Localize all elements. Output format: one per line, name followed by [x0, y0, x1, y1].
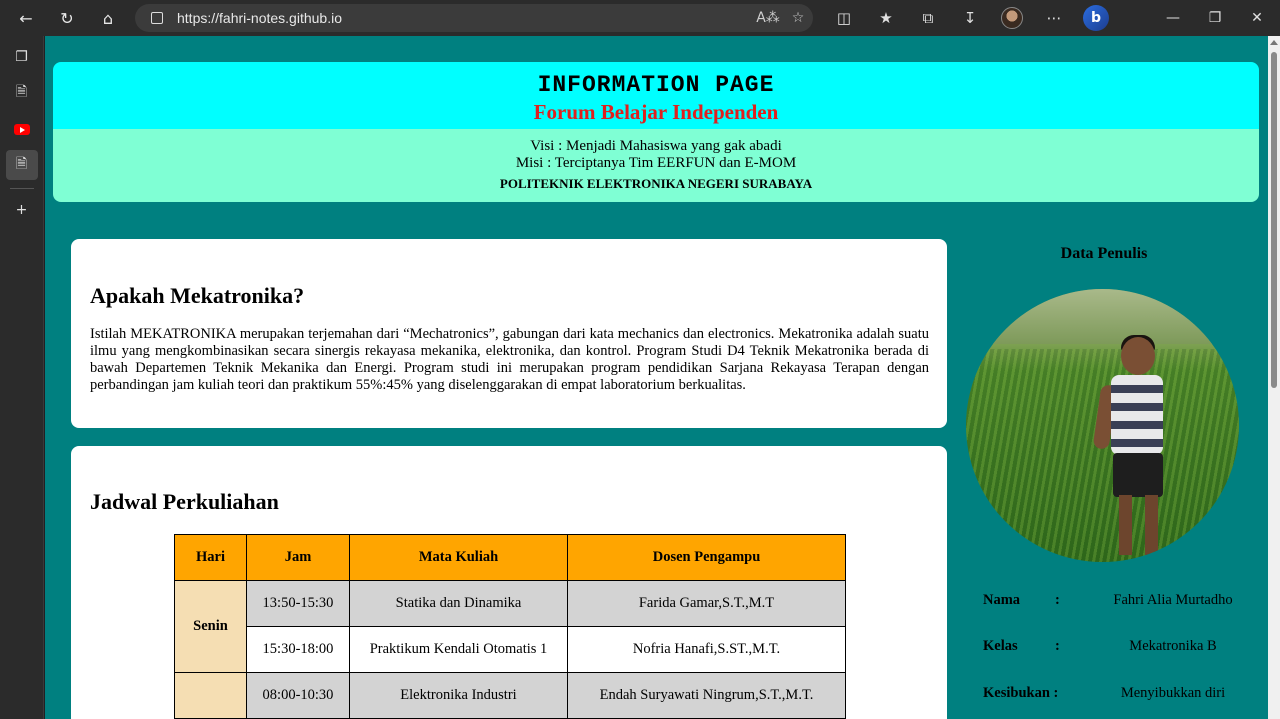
- close-icon[interactable]: ✕: [1236, 4, 1278, 32]
- more-menu-icon[interactable]: ⋯: [1036, 4, 1072, 32]
- page-subtitle: Forum Belajar Independen: [533, 100, 779, 124]
- tab-page-icon[interactable]: 🗎: [6, 78, 38, 108]
- tab-actions-icon[interactable]: ❐: [6, 42, 38, 72]
- back-arrow-icon[interactable]: ←: [12, 4, 40, 32]
- new-tab-plus-icon[interactable]: +: [6, 195, 38, 225]
- column-header: Dosen Pengampu: [567, 534, 846, 581]
- page-scrollbar[interactable]: [1268, 36, 1280, 719]
- browser-toolbar: ← ↻ ⌂ https://fahri-notes.github.io A⁂ ☆…: [0, 0, 1280, 36]
- visi-text: Visi : Menjadi Mahasiswa yang gak abadi: [530, 138, 782, 154]
- address-bar[interactable]: https://fahri-notes.github.io A⁂ ☆: [135, 4, 813, 32]
- lecturer-cell: Endah Suryawati Ningrum,S.T.,M.T.: [567, 672, 846, 719]
- author-photo: [966, 289, 1239, 562]
- about-paragraph: Istilah MEKATRONIKA merupakan terjemahan…: [90, 326, 929, 393]
- field-value: Mekatronika B: [1129, 638, 1217, 654]
- day-cell: [174, 672, 247, 719]
- vertical-tabs-sidebar: ❐ 🗎 🗎 +: [0, 36, 44, 719]
- read-aloud-icon[interactable]: A⁂: [753, 10, 783, 26]
- page-title: INFORMATION PAGE: [537, 72, 775, 98]
- about-heading: Apakah Mekatronika?: [90, 283, 305, 308]
- course-cell: Statika dan Dinamika: [349, 580, 568, 627]
- field-colon: :: [1055, 592, 1060, 608]
- favorite-star-icon[interactable]: ☆: [783, 10, 813, 26]
- misi-text: Misi : Terciptanya Tim EERFUN dan E-MOM: [515, 155, 797, 171]
- home-icon[interactable]: ⌂: [94, 4, 122, 32]
- scrollbar-thumb[interactable]: [1271, 52, 1277, 388]
- column-header: Hari: [174, 534, 247, 581]
- table-header-row: Hari Jam Mata Kuliah Dosen Pengampu: [174, 534, 846, 581]
- refresh-icon[interactable]: ↻: [53, 4, 81, 32]
- course-cell: Elektronika Industri: [349, 672, 568, 719]
- restore-icon[interactable]: ❐: [1194, 4, 1236, 32]
- url-text: https://fahri-notes.github.io: [177, 10, 342, 26]
- favorites-icon[interactable]: ★: [868, 4, 904, 32]
- institution-name: POLITEKNIK ELEKTRONIKA NEGERI SURABAYA: [499, 176, 813, 191]
- page-header: INFORMATION PAGE Forum Belajar Independe…: [53, 62, 1259, 202]
- tab-active-page-icon[interactable]: 🗎: [5, 150, 38, 180]
- page-viewport: INFORMATION PAGE Forum Belajar Independe…: [45, 36, 1268, 719]
- about-card: Apakah Mekatronika? Istilah MEKATRONIKA …: [71, 239, 947, 428]
- time-cell: 13:50-15:30: [246, 580, 350, 627]
- collections-icon[interactable]: ⧉: [910, 4, 946, 32]
- copilot-icon[interactable]: b: [1078, 4, 1114, 32]
- field-value: Menyibukkan diri: [1120, 685, 1226, 701]
- tab-youtube-icon[interactable]: [6, 114, 38, 144]
- column-header: Mata Kuliah: [349, 534, 568, 581]
- lecturer-cell: Nofria Hanafi,S.ST.,M.T.: [567, 626, 846, 673]
- field-colon: :: [1055, 638, 1060, 654]
- schedule-card: Jadwal Perkuliahan Hari Jam Mata Kuliah …: [71, 446, 947, 719]
- table-row: 08:00-10:30 Elektronika Industri Endah S…: [174, 672, 846, 719]
- table-row: 15:30-18:00 Praktikum Kendali Otomatis 1…: [175, 626, 846, 673]
- lecturer-cell: Farida Gamar,S.T.,M.T: [567, 580, 846, 627]
- author-panel: Data Penulis Nama : Fahri Alia Murtadho …: [949, 236, 1259, 701]
- profile-avatar[interactable]: [994, 4, 1030, 32]
- sidebar-divider: [9, 188, 34, 189]
- time-cell: 15:30-18:00: [246, 626, 350, 673]
- schedule-table: Hari Jam Mata Kuliah Dosen Pengampu Seni…: [174, 534, 846, 719]
- day-cell: Senin: [174, 580, 247, 673]
- column-header: Jam: [246, 534, 350, 581]
- downloads-icon[interactable]: ↧: [952, 4, 988, 32]
- minimize-icon[interactable]: —: [1152, 4, 1194, 32]
- schedule-heading: Jadwal Perkuliahan: [90, 489, 279, 514]
- field-label: Kesibukan :: [983, 685, 1059, 701]
- time-cell: 08:00-10:30: [246, 672, 350, 719]
- scroll-up-arrow-icon[interactable]: [1270, 40, 1278, 45]
- author-heading: Data Penulis: [1060, 245, 1148, 262]
- lock-icon: [151, 12, 163, 24]
- course-cell: Praktikum Kendali Otomatis 1: [349, 626, 568, 673]
- split-screen-icon[interactable]: ◫: [826, 4, 862, 32]
- table-row: Senin 13:50-15:30 Statika dan Dinamika F…: [174, 580, 846, 673]
- field-value: Fahri Alia Murtadho: [1113, 592, 1233, 608]
